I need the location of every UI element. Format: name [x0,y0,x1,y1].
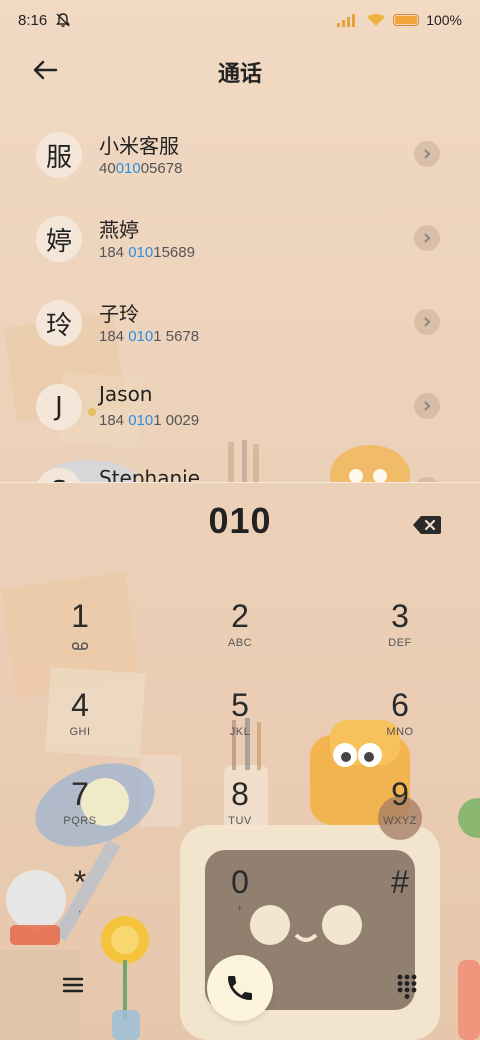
chevron-right-icon[interactable] [414,225,440,251]
avatar: 玲 [36,300,82,346]
key-letters: PQRS [63,815,97,827]
dialer-divider [0,482,480,483]
key-digit: 1 [71,598,89,634]
battery-percent: 100% [426,12,462,28]
page-title: 通话 [217,62,262,87]
menu-icon[interactable] [60,973,86,997]
key-digit: 9 [391,776,409,812]
key-letters: WXYZ [383,815,417,827]
chevron-right-icon[interactable] [414,309,440,335]
key-letters: JKL [229,726,251,738]
mute-bell-icon [56,13,71,27]
backspace-icon[interactable] [412,514,442,536]
key-letters: GHI [69,726,91,738]
key-digit: 0 [231,864,249,900]
voicemail-icon [71,642,89,650]
contact-item[interactable]: 婷 燕婷 184 01015689 [0,196,480,280]
key-digit: # [391,864,409,900]
number-suffix: 05678 [140,160,183,177]
key-digit: 4 [71,687,89,723]
key-digit: 7 [71,776,89,812]
number-match: 010 [115,160,141,177]
dial-key-0[interactable]: 0 + [180,862,300,942]
status-right: 100% [337,12,462,28]
number-prefix: 184 [99,244,129,261]
avatar: 婷 [36,216,82,262]
key-digit: 2 [231,598,249,634]
key-letters: + [236,903,244,915]
contact-item[interactable]: 玲 子玲 184 0101 5678 [0,280,480,364]
keypad-icon[interactable] [396,973,418,999]
key-letters: MNO [386,726,414,738]
avatar: 服 [36,132,82,178]
app-header: 通话 [0,48,480,92]
avatar: J [36,384,82,430]
dial-key-4[interactable]: 4 GHI [20,685,140,765]
contact-number: 184 0101 5678 [99,328,199,345]
dial-key-hash[interactable]: # [340,862,460,942]
dial-key-3[interactable]: 3 DEF [340,596,460,676]
number-prefix: 184 [99,328,129,345]
number-match: 010 [128,244,154,261]
contact-name: Jason [99,382,153,406]
avatar: S [36,468,82,482]
dial-key-9[interactable]: 9 WXYZ [340,774,460,854]
key-digit: * [73,864,87,900]
number-suffix: 1 5678 [153,328,200,345]
chevron-right-icon[interactable] [414,393,440,419]
contact-number: 184 0101 0029 [99,412,199,429]
dial-key-1[interactable]: 1 [20,596,140,676]
status-bar: 8:16 100% [0,0,480,40]
key-letters: , [78,903,82,915]
contact-number: 4001005678 [99,160,182,177]
contact-name: 燕婷 [99,218,139,242]
key-digit: 3 [391,598,409,634]
call-button[interactable] [207,955,273,1021]
key-letters: TUV [228,815,252,827]
contact-item[interactable]: 服 小米客服 4001005678 [0,112,480,196]
key-digit: 6 [391,687,409,723]
dial-key-8[interactable]: 8 TUV [180,774,300,854]
dial-key-6[interactable]: 6 MNO [340,685,460,765]
dial-key-7[interactable]: 7 PQRS [20,774,140,854]
key-digit: 8 [231,776,249,812]
contact-number: 184 01015689 [99,244,195,261]
contact-list: 服 小米客服 4001005678 婷 燕婷 184 01015689 玲 子玲… [0,112,480,482]
status-time: 8:16 [18,11,48,29]
contact-name: 小米客服 [99,134,179,158]
contact-item[interactable]: S Stephanie [0,448,480,482]
dial-key-5[interactable]: 5 JKL [180,685,300,765]
dial-key-star[interactable]: * , [20,862,140,942]
key-letters: ABC [227,637,253,649]
wifi-icon [367,14,386,26]
contact-item[interactable]: J Jason 184 0101 0029 [0,364,480,448]
number-suffix: 1 0029 [153,412,200,429]
contact-name: Stephanie [99,466,201,482]
dialer-bottom-bar [0,955,480,1025]
key-letters: DEF [388,637,412,649]
dialed-number: 010 [208,500,272,541]
contact-name: 子玲 [99,302,139,326]
chevron-right-icon[interactable] [414,141,440,167]
battery-fill [395,16,418,24]
key-digit: 5 [231,687,249,723]
phone-icon [228,976,252,1000]
battery-icon [393,14,420,26]
signal-icon [337,14,356,27]
number-match: 010 [128,328,154,345]
number-prefix: 184 [99,412,129,429]
number-prefix: 40 [99,160,116,177]
number-match: 010 [128,412,154,429]
dial-key-2[interactable]: 2 ABC [180,596,300,676]
number-suffix: 15689 [153,244,195,261]
